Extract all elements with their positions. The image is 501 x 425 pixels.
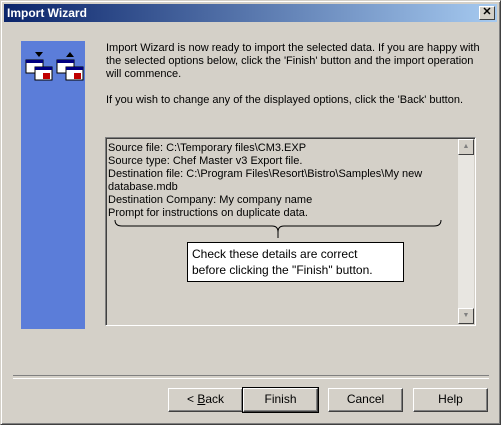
source-type-line: Source type: Chef Master v3 Export file.	[108, 155, 303, 167]
back-button[interactable]: < Back	[168, 388, 243, 412]
intro-paragraph-ready: Import Wizard is now ready to import the…	[106, 42, 480, 80]
close-icon: ✕	[482, 6, 492, 18]
intro-text: Import Wizard is now ready to import the…	[106, 42, 486, 120]
back-button-label: ack	[205, 392, 225, 406]
destination-file-line: Destination file: C:\Program Files\Resor…	[108, 168, 426, 193]
import-wizard-window: Import Wizard ✕ Import Wizard is now rea…	[0, 0, 501, 425]
check-details-callout: Check these details are correct before c…	[187, 242, 404, 282]
window-title: Import Wizard	[7, 6, 87, 20]
title-bar[interactable]: Import Wizard ✕	[4, 4, 497, 22]
finish-button-label: Finish	[264, 392, 297, 406]
details-scrollbar[interactable]: ▲ ▼	[458, 139, 474, 324]
close-button[interactable]: ✕	[479, 6, 495, 20]
cancel-button[interactable]: Cancel	[328, 388, 403, 412]
scroll-down-button[interactable]: ▼	[458, 308, 474, 324]
callout-line-2: before clicking the "Finish" button.	[192, 263, 373, 277]
details-list: Source file: C:\Temporary files\CM3.EXP …	[108, 142, 458, 220]
source-file-line: Source file: C:\Temporary files\CM3.EXP	[108, 142, 307, 154]
arrow-down-icon: ▼	[462, 312, 470, 319]
export-icon	[25, 52, 53, 81]
callout-line-1: Check these details are correct	[192, 247, 358, 261]
intro-paragraph-back: If you wish to change any of the display…	[106, 94, 464, 106]
finish-button[interactable]: Finish	[242, 387, 319, 413]
details-brace	[114, 219, 442, 238]
button-separator	[13, 375, 489, 379]
import-details-box[interactable]: Source file: C:\Temporary files\CM3.EXP …	[105, 137, 476, 326]
help-button[interactable]: Help	[413, 388, 488, 412]
scroll-up-button[interactable]: ▲	[458, 139, 474, 155]
destination-company-line: Destination Company: My company name	[108, 194, 313, 206]
back-button-prefix: <	[186, 392, 198, 406]
import-icon	[56, 52, 84, 81]
help-button-label: Help	[438, 392, 463, 406]
arrow-up-icon: ▲	[462, 143, 470, 150]
cancel-button-label: Cancel	[346, 392, 385, 406]
wizard-side-panel	[21, 41, 85, 329]
